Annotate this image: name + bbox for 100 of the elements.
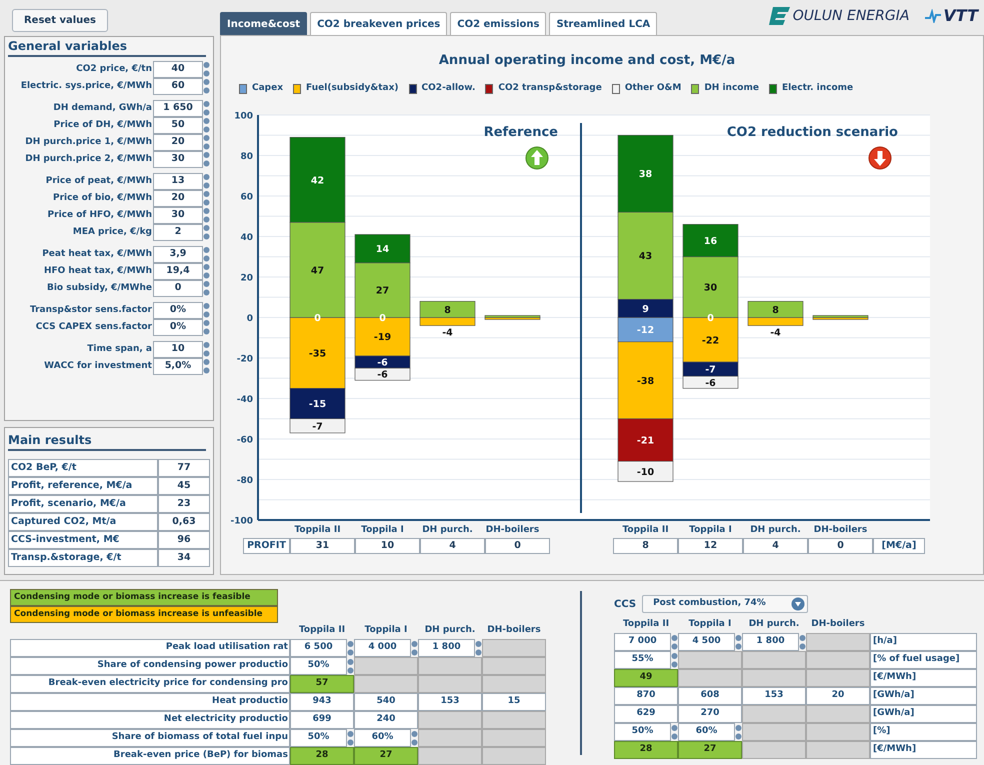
spinner-icon[interactable] [203, 190, 210, 207]
field-label: MEA price, €/kg [72, 226, 152, 239]
input-field[interactable]: 60% [354, 729, 411, 747]
input-field[interactable]: 55% [614, 651, 671, 669]
axis-label: 80 [240, 152, 253, 162]
data-label: 30 [704, 282, 718, 294]
input-field[interactable]: 19,4 [153, 263, 203, 280]
data-label: -7 [705, 364, 716, 376]
spinner-icon[interactable] [347, 730, 354, 746]
spinner-icon[interactable] [735, 724, 742, 740]
spinner-icon[interactable] [735, 634, 742, 650]
spinner-icon[interactable] [203, 319, 210, 336]
input-field[interactable]: 50% [290, 729, 347, 747]
tab[interactable]: CO2 breakeven prices [310, 12, 448, 35]
spinner-icon[interactable] [671, 724, 678, 740]
input-field[interactable]: 2 [153, 224, 203, 241]
panel-title: Main results [8, 432, 206, 451]
caret-icon[interactable] [791, 597, 806, 611]
reset-button[interactable]: Reset values [12, 9, 108, 32]
data-label: 38 [638, 169, 652, 180]
table-cell: 20 [806, 687, 870, 705]
spinner-icon[interactable] [203, 151, 210, 168]
unit-label: [h/a] [870, 633, 977, 651]
input-field[interactable]: 1 800 [742, 633, 799, 651]
table-cell: 153 [742, 687, 806, 705]
profit-cell: 4 [743, 538, 808, 554]
tab[interactable]: Income&cost [220, 12, 308, 35]
field-label: Price of bio, €/MWh [52, 192, 152, 205]
input-field[interactable]: 7 000 [614, 633, 671, 651]
spinner-icon[interactable] [203, 224, 210, 241]
spinner-icon[interactable] [203, 358, 210, 375]
input-field[interactable]: 30 [153, 207, 203, 224]
spinner-icon[interactable] [203, 302, 210, 319]
field-label: CO2 price, €/tn [76, 62, 152, 76]
category-label: DH-boilers [486, 525, 540, 535]
field-label: CCS [614, 598, 636, 612]
data-label: -10 [636, 466, 654, 478]
input-field[interactable]: 5,0% [153, 358, 203, 375]
spinner-icon[interactable] [671, 652, 678, 668]
tab[interactable]: CO2 emissions [450, 12, 546, 35]
input-field[interactable]: 50% [614, 723, 671, 741]
input-field[interactable]: 60 [153, 78, 203, 95]
spinner-icon[interactable] [347, 658, 354, 674]
input-field[interactable]: 30 [153, 151, 203, 168]
input-field[interactable]: 13 [153, 173, 203, 190]
tab[interactable]: Streamlined LCA [549, 12, 658, 35]
input-field[interactable]: 10 [153, 341, 203, 358]
field-label: Price of DH, €/MWh [54, 118, 152, 132]
data-label: 43 [638, 251, 652, 262]
input-field[interactable]: 1 650 [153, 100, 203, 117]
input-field[interactable]: 40 [153, 61, 203, 78]
profit-cell: 0 [485, 538, 550, 554]
input-field[interactable]: 0% [153, 319, 203, 336]
spinner-icon[interactable] [411, 640, 418, 656]
spinner-icon[interactable] [799, 634, 806, 650]
spinner-icon[interactable] [203, 134, 210, 151]
spinner-icon[interactable] [203, 61, 210, 78]
spinner-icon[interactable] [203, 117, 210, 134]
input-field[interactable]: 1 800 [418, 639, 475, 657]
axis-label: 60 [240, 192, 253, 202]
spinner-icon[interactable] [203, 246, 210, 263]
spinner-icon[interactable] [347, 640, 354, 656]
table-cell: 870 [614, 687, 678, 705]
field-label: Peat heat tax, €/MWh [42, 248, 152, 261]
spinner-icon[interactable] [203, 280, 210, 297]
input-field[interactable]: 20 [153, 190, 203, 207]
column-header: Toppila I [688, 618, 732, 630]
spinner-icon[interactable] [411, 730, 418, 746]
spinner-icon[interactable] [671, 634, 678, 650]
spinner-icon[interactable] [203, 173, 210, 190]
legend-label: Capex [252, 82, 284, 96]
spinner-icon[interactable] [203, 341, 210, 358]
spinner-icon[interactable] [203, 100, 210, 117]
input-field[interactable]: 3,9 [153, 246, 203, 263]
spinner-icon[interactable] [203, 78, 210, 95]
data-label: 8 [772, 304, 779, 316]
column-header: DH-boilers [810, 618, 866, 630]
input-field[interactable]: 6 500 [290, 639, 347, 657]
input-field[interactable]: 50 [153, 117, 203, 134]
table-cell: 699 [290, 711, 354, 729]
table-cell: 28 [614, 741, 678, 759]
input-field[interactable]: 4 500 [678, 633, 735, 651]
table-cell: 45 [158, 477, 210, 495]
spinner-icon[interactable] [203, 263, 210, 280]
table-cell: 57 [290, 675, 354, 693]
input-field[interactable]: 20 [153, 134, 203, 151]
input-field[interactable]: 60% [678, 723, 735, 741]
input-field[interactable]: 4 000 [354, 639, 411, 657]
table-cell: 540 [354, 693, 418, 711]
legend-label: CO2 transp&storage [498, 82, 602, 96]
spinner-icon[interactable] [203, 207, 210, 224]
profit-cell: 10 [355, 538, 420, 554]
dropdown[interactable]: Post combustion, 74% [642, 595, 808, 613]
spinner-icon[interactable] [475, 640, 482, 656]
column-header: Toppila I [364, 624, 408, 636]
input-field[interactable]: 0 [153, 280, 203, 297]
input-field[interactable]: 0% [153, 302, 203, 319]
input-field[interactable]: 50% [290, 657, 347, 675]
chart-title: CO2 reduction scenario [726, 125, 898, 140]
legend-label: Other O&M [624, 82, 682, 96]
